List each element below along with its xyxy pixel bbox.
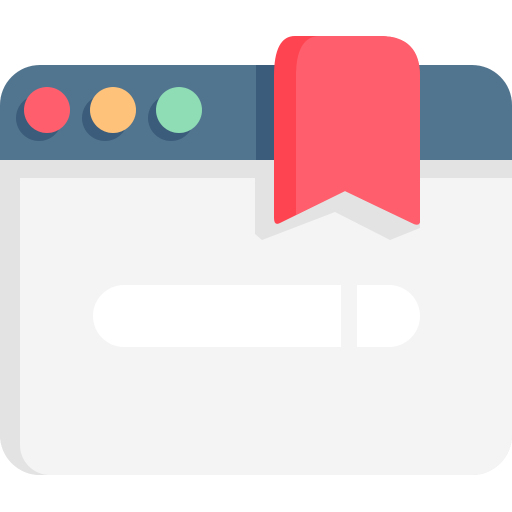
icon-canvas — [0, 36, 512, 475]
close-dot[interactable] — [24, 87, 70, 133]
bookmark-browser-window-icon — [0, 0, 512, 512]
bookmark-ribbon — [296, 36, 420, 225]
search-bar[interactable] — [93, 285, 420, 347]
search-bar-field[interactable] — [93, 285, 341, 347]
search-bar-button[interactable] — [357, 285, 420, 347]
minimize-dot[interactable] — [90, 87, 136, 133]
window-controls — [16, 87, 202, 141]
window-clip-group — [0, 65, 512, 475]
browser-window — [0, 65, 512, 475]
maximize-dot[interactable] — [156, 87, 202, 133]
